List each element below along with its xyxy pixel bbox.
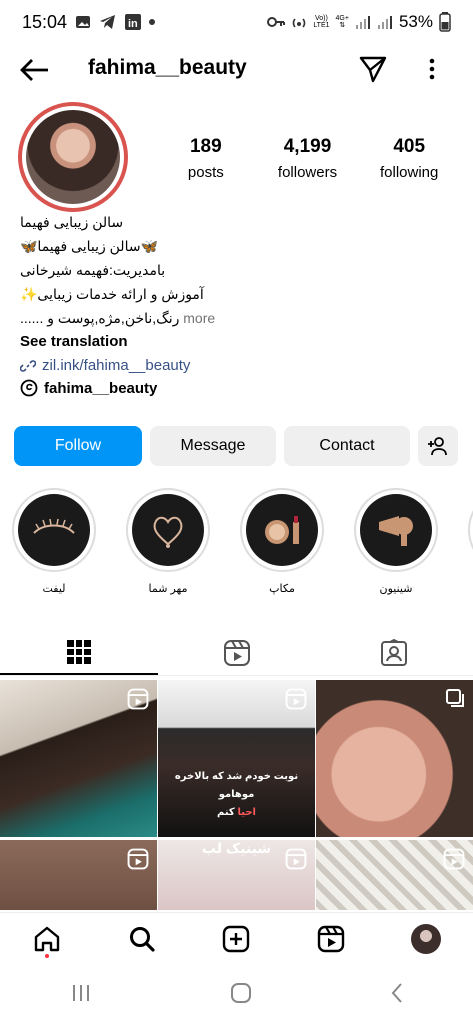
home-circle-icon	[230, 982, 251, 1003]
highlight-makeup[interactable]: مکاپ	[240, 488, 324, 600]
profile-actions: Follow Message Contact	[14, 426, 460, 466]
contact-button[interactable]: Contact	[284, 426, 410, 466]
post-thumbnail[interactable]: نوبت خودم شد که بالاخره موهامو احیا کنم	[158, 680, 315, 837]
add-person-icon	[428, 437, 447, 456]
highlight-lift[interactable]: لیفت	[12, 488, 96, 600]
home-system-button[interactable]	[230, 982, 252, 1009]
status-time: 15:04	[22, 11, 68, 32]
posts-grid: نوبت خودم شد که بالاخره موهامو احیا کنم …	[0, 680, 473, 910]
linkedin-icon: in	[125, 14, 142, 30]
key-icon	[267, 16, 286, 28]
threads-icon	[20, 379, 38, 397]
heart-pendant-icon	[153, 516, 183, 548]
message-button[interactable]: Message	[150, 426, 276, 466]
notification-dot-icon	[149, 19, 156, 25]
back-system-button[interactable]	[389, 982, 405, 1009]
nav-home[interactable]	[0, 913, 95, 964]
reel-badge-icon	[127, 688, 149, 710]
bio-more-link[interactable]: more	[183, 310, 215, 326]
own-avatar	[410, 923, 441, 954]
bio-line-truncated: رنگ,ناخن,مژه,پوست و ...... more	[20, 310, 216, 326]
post-thumbnail[interactable]	[316, 840, 473, 910]
data-arrows-icon: ⇅	[339, 22, 346, 29]
nav-search[interactable]	[95, 913, 190, 964]
back-button[interactable]	[18, 56, 50, 84]
tab-reels[interactable]	[158, 630, 316, 675]
signal-icon-2	[377, 15, 393, 29]
makeup-icon	[265, 516, 299, 544]
telegram-icon	[99, 14, 117, 30]
profile-bio: سالن زیبایی فهیما 🦋سالن زیبایی فهیما🦋 با…	[20, 210, 440, 378]
profile-header: fahima__beauty	[0, 48, 473, 92]
highlight-partial[interactable]	[468, 488, 473, 600]
bio-link[interactable]: zil.ink/fahima__beauty	[20, 354, 440, 378]
paper-plane-icon	[359, 56, 387, 83]
battery-percent: 53%	[398, 12, 433, 31]
reel-badge-icon	[127, 848, 149, 870]
reel-badge-icon	[285, 848, 307, 870]
post-thumbnail[interactable]: شینیک لب	[158, 840, 315, 910]
volte-indicator: Vo)) LTE1	[313, 15, 330, 29]
bio-line: سالن زیبایی فهیما	[20, 214, 124, 230]
nav-create[interactable]	[189, 913, 284, 964]
post-thumbnail[interactable]	[0, 840, 157, 910]
back-arrow-icon	[20, 59, 48, 81]
nav-profile[interactable]	[378, 913, 473, 964]
grid-icon	[66, 639, 91, 664]
post-thumbnail[interactable]	[0, 680, 157, 837]
suggested-users-button[interactable]	[418, 426, 458, 466]
reels-icon	[223, 639, 250, 666]
notification-dot	[45, 954, 50, 958]
profile-avatar-ring[interactable]	[18, 102, 128, 212]
status-bar: 15:04 in Vo)) LTE1 4G+ ⇅ 53%	[0, 0, 473, 44]
hair-dryer-icon	[379, 516, 413, 546]
recent-apps-icon	[72, 984, 89, 1001]
profile-avatar	[26, 110, 120, 204]
system-navigation-bar	[0, 966, 473, 1024]
reels-icon	[317, 925, 345, 952]
home-icon	[35, 926, 60, 951]
tab-posts[interactable]	[0, 630, 158, 675]
bio-line: آموزش و ارائه خدمات زیبایی✨	[20, 286, 204, 302]
bio-line: 🦋سالن زیبایی فهیما🦋	[20, 238, 159, 254]
data-indicator: 4G+ ⇅	[335, 15, 349, 29]
stat-followers[interactable]: 4,199 followers	[257, 136, 359, 181]
more-vertical-icon	[429, 58, 435, 80]
nav-reels[interactable]	[284, 913, 379, 964]
profile-tabs	[0, 630, 473, 676]
tab-tagged[interactable]	[315, 630, 473, 675]
stat-posts[interactable]: 189 posts	[155, 136, 257, 181]
search-icon	[129, 926, 155, 952]
story-highlights: لیفت مهر شما مکاپ شینیون	[12, 488, 473, 600]
reel-badge-icon	[443, 848, 465, 870]
carousel-badge-icon	[446, 689, 464, 707]
stat-following[interactable]: 405 following	[358, 136, 460, 181]
profile-stats: 189 posts 4,199 followers 405 following	[155, 136, 460, 181]
post-overlay-caption: نوبت خودم شد که بالاخره موهامو احیا کنم	[174, 771, 299, 818]
signal-icon	[355, 15, 371, 29]
options-button[interactable]	[420, 54, 444, 84]
threads-badge[interactable]: fahima__beauty	[20, 379, 157, 397]
post-thumbnail[interactable]	[316, 680, 473, 837]
plus-square-icon	[223, 925, 250, 952]
link-icon	[20, 360, 36, 372]
highlight-chignon[interactable]: شینیون	[354, 488, 438, 600]
eyelash-icon	[33, 518, 75, 534]
battery-icon	[439, 12, 451, 32]
highlight-your-stamp[interactable]: مهر شما	[126, 488, 210, 600]
hotspot-icon	[291, 15, 307, 29]
follow-button[interactable]: Follow	[14, 426, 142, 466]
see-translation-link[interactable]: See translation	[20, 330, 440, 354]
back-chevron-icon	[391, 982, 402, 1003]
gallery-icon	[75, 14, 91, 30]
bio-line: بامدیریت:فهیمه شیرخانی	[20, 262, 166, 278]
svg-text:in: in	[128, 18, 138, 30]
share-button[interactable]	[358, 54, 388, 84]
profile-username: fahima__beauty	[88, 56, 247, 79]
recent-apps-button[interactable]	[69, 983, 93, 1008]
bottom-navigation	[0, 912, 473, 964]
reel-badge-icon	[285, 688, 307, 710]
tagged-person-icon	[381, 638, 408, 666]
